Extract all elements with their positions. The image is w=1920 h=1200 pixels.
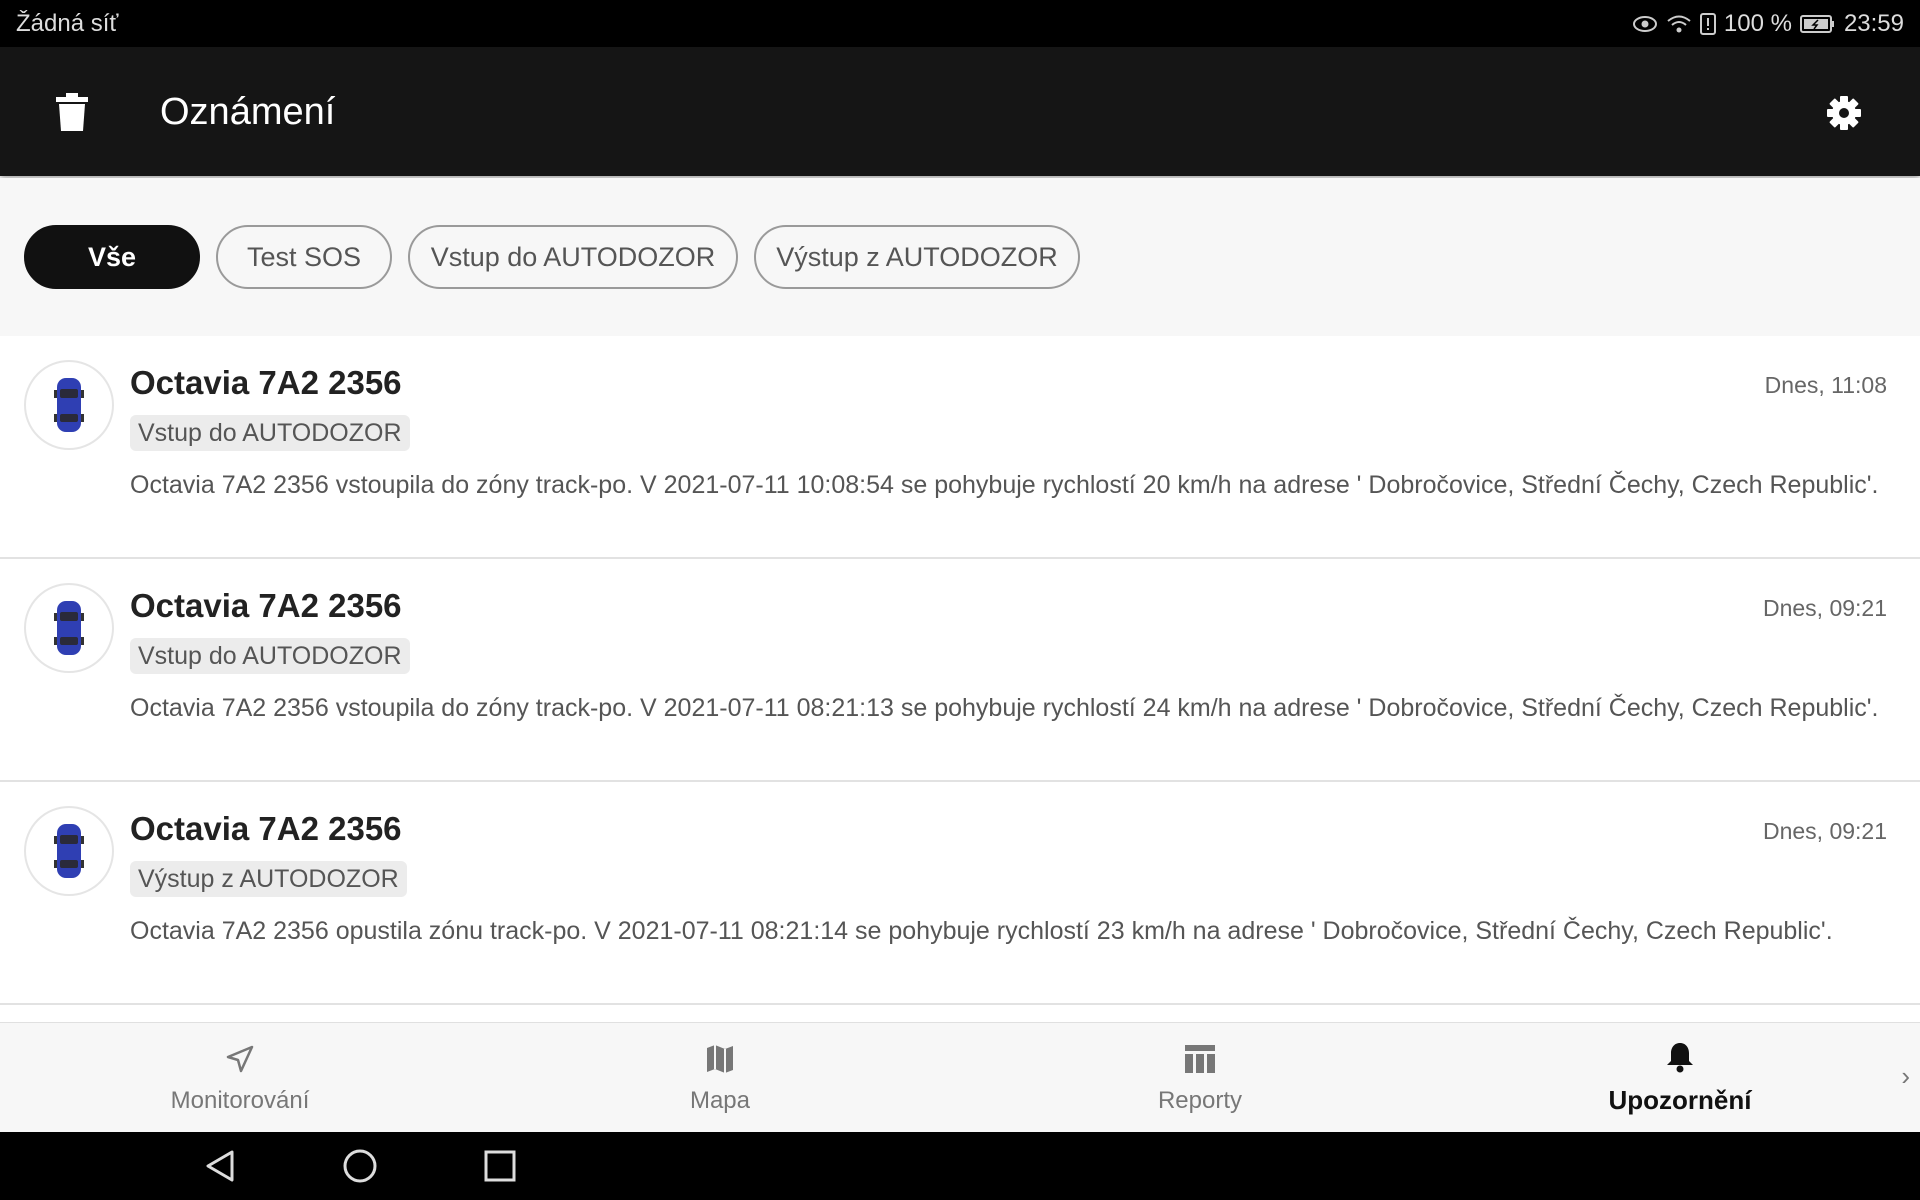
car-icon [24,360,114,450]
notification-body: Octavia 7A2 2356 opustila zónu track-po.… [130,917,1833,945]
car-icon [24,806,114,896]
notification-title: Octavia 7A2 2356 [130,587,402,624]
table-icon [1182,1041,1218,1077]
notification-list: Octavia 7A2 2356 Dnes, 11:08 Vstup do AU… [0,336,1920,1022]
car-icon [24,583,114,673]
nav-label: Monitorování [170,1086,310,1114]
filter-chip-label: Výstup z AUTODOZOR [776,241,1058,272]
nav-label: Reporty [1157,1086,1243,1114]
nav-label: Mapa [689,1086,751,1114]
filter-chips: Vše Test SOS Vstup do AUTODOZOR Výstup z… [0,178,1920,336]
notification-body: Octavia 7A2 2356 vstoupila do zóny track… [130,694,1879,722]
clock: 23:59 [1843,9,1904,37]
filter-chip-all[interactable]: Vše [24,225,200,289]
notification-time: Dnes, 09:21 [1762,818,1887,844]
filter-chip-label: Test SOS [246,241,362,272]
home-icon[interactable] [342,1148,378,1184]
notification-title: Octavia 7A2 2356 [130,810,402,847]
eye-icon [1632,15,1658,33]
status-bar: Žádná síť 100 % 23:59 [0,0,1920,47]
filter-chip-label: Vstup do AUTODOZOR [430,241,716,272]
notification-item[interactable]: Octavia 7A2 2356 Dnes, 11:08 Vstup do AU… [0,336,1920,559]
filter-chip-zone-exit[interactable]: Výstup z AUTODOZOR [754,225,1080,289]
bottom-navigation: Monitorování Mapa Reporty Upozornění › [0,1022,1920,1132]
recents-icon[interactable] [482,1148,518,1184]
navigation-arrow-icon [222,1041,258,1077]
nav-item-monitoring[interactable]: Monitorování [0,1023,480,1132]
notification-title: Octavia 7A2 2356 [130,364,402,401]
filter-chip-test-sos[interactable]: Test SOS [216,225,392,289]
notification-tag: Výstup z AUTODOZOR [130,861,407,897]
notification-item[interactable]: Octavia 7A2 2356 Dnes, 09:21 Výstup z AU… [0,782,1920,1005]
back-icon[interactable] [202,1148,238,1184]
status-icons: 100 % 23:59 [1632,10,1904,38]
notification-item[interactable]: Octavia 7A2 2356 Dnes, 09:21 Vstup do AU… [0,559,1920,782]
trash-icon[interactable] [55,93,89,131]
filter-chip-zone-entry[interactable]: Vstup do AUTODOZOR [408,225,738,289]
carrier-text: Žádná síť [16,9,119,37]
chevron-right-icon[interactable]: › [1901,1061,1910,1092]
wifi-icon [1666,14,1692,34]
notification-tag: Vstup do AUTODOZOR [130,415,410,451]
battery-percent: 100 % [1723,9,1792,37]
notification-time: Dnes, 09:21 [1762,595,1887,621]
sim-alert-icon [1699,12,1716,35]
nav-item-map[interactable]: Mapa [480,1023,960,1132]
map-icon [702,1041,738,1077]
gear-icon[interactable] [1826,95,1862,131]
app-bar: Oznámení [0,47,1920,176]
nav-item-reports[interactable]: Reporty [960,1023,1440,1132]
notification-time: Dnes, 11:08 [1764,372,1887,398]
battery-icon [1799,14,1836,34]
bell-icon [1662,1039,1698,1075]
notification-body: Octavia 7A2 2356 vstoupila do zóny track… [130,471,1879,499]
nav-item-alerts[interactable]: Upozornění [1440,1023,1920,1132]
nav-label: Upozornění [1608,1085,1752,1115]
system-navigation-bar [0,1132,1920,1200]
filter-chip-label: Vše [87,241,137,272]
notifications-screen: Žádná síť 100 % 23:59 Oznámení Vše Test … [0,0,1920,1200]
notification-tag: Vstup do AUTODOZOR [130,638,410,674]
page-title: Oznámení [160,91,336,133]
